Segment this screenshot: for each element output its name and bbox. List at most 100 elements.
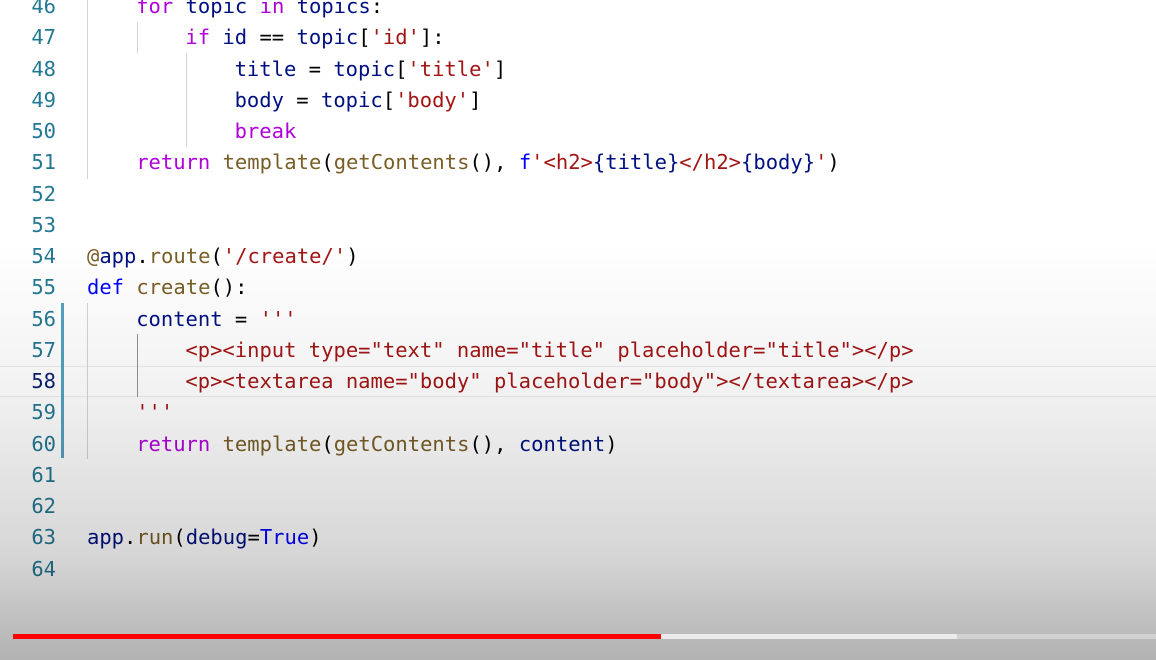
code-token: id (222, 25, 248, 50)
code-token: topics (284, 0, 371, 18)
code-token: ) (346, 244, 359, 268)
code-token: [ (382, 87, 396, 112)
line-number: 57 (31, 337, 56, 362)
code-token: topic (333, 56, 396, 81)
code-token: = (222, 306, 260, 331)
code-text: break (235, 116, 297, 147)
indent-guide (137, 334, 138, 397)
code-text: def create(): (87, 272, 247, 303)
code-token: return (136, 150, 211, 175)
code-token: 'title' (407, 56, 494, 81)
code-token: f (518, 150, 532, 175)
code-line[interactable]: 53 (0, 210, 1156, 241)
code-line[interactable]: 47 if id == topic['id']: (0, 22, 1156, 53)
line-number: 56 (31, 306, 56, 331)
code-line[interactable]: 46 for topic in topics: (0, 0, 1156, 22)
line-number: 63 (31, 525, 56, 550)
code-token: {body} (741, 150, 816, 175)
code-line[interactable]: 58 <p><textarea name="body" placeholder="… (0, 366, 1156, 397)
code-token: in (259, 0, 285, 18)
code-text: @app.route('/create/') (87, 241, 359, 272)
code-token: </h2> (679, 150, 742, 175)
code-token: app (87, 525, 125, 550)
code-token: (), (469, 150, 519, 175)
line-number: 62 (31, 494, 56, 518)
code-token: '/create/' (222, 244, 347, 268)
code-token: content (518, 431, 606, 456)
line-number: 48 (31, 56, 56, 81)
code-token: break (234, 119, 297, 143)
code-token: route (148, 244, 211, 268)
code-token: = (247, 525, 260, 550)
code-token: getContents (333, 431, 470, 456)
code-token: ( (210, 244, 223, 268)
code-line[interactable]: 48 title = topic['title'] (0, 54, 1156, 85)
code-line[interactable]: 51 return template(getContents(), f'<h2>{… (0, 147, 1156, 178)
code-text: title = topic['title'] (235, 54, 507, 85)
line-number: 49 (31, 87, 56, 112)
code-token: content (136, 306, 223, 331)
code-token: ( (321, 431, 334, 456)
code-text: <p><textarea name="body" placeholder="bo… (185, 367, 913, 396)
code-line[interactable]: 57 <p><input type="text" name="title" pla… (0, 335, 1156, 366)
code-token: {title} (592, 150, 680, 175)
code-token: template (222, 431, 322, 456)
code-token: (), (469, 431, 519, 456)
code-token: . (124, 525, 137, 550)
code-text: return template(getContents(), f'<h2>{ti… (136, 147, 840, 178)
code-token: if (185, 25, 211, 50)
code-token: = (283, 87, 321, 112)
code-token: ''' (259, 306, 297, 331)
code-token: ) (309, 525, 322, 550)
modified-lines-marker (61, 303, 64, 458)
code-token: app (99, 244, 137, 268)
line-number: 52 (31, 181, 56, 206)
code-token: ( (173, 525, 186, 550)
code-token: : (370, 0, 384, 18)
code-token: topic (296, 25, 359, 50)
code-token: == (247, 25, 297, 50)
code-line[interactable]: 52 (0, 179, 1156, 210)
indent-guide (137, 22, 138, 54)
video-progress-bar[interactable] (13, 634, 1156, 639)
code-line[interactable]: 54 @app.route('/create/') (0, 241, 1156, 272)
code-token: '<h2> (531, 150, 593, 175)
indent-guide (186, 53, 187, 147)
line-number: 59 (31, 400, 56, 425)
indent-guide (87, 303, 88, 459)
code-text: ''' (136, 397, 173, 428)
code-text: for topic in topics: (136, 0, 383, 22)
line-number: 61 (31, 462, 56, 487)
code-token: for (136, 0, 174, 18)
code-token: ] (493, 56, 507, 81)
indent-guide (87, 0, 88, 179)
code-text: body = topic['body'] (235, 85, 482, 116)
code-token: [ (358, 25, 371, 50)
code-line[interactable]: 50 break (0, 116, 1156, 147)
code-token: run (136, 525, 174, 550)
line-number: 50 (31, 119, 56, 143)
code-token: <p><input type="text" name="title" place… (185, 337, 914, 362)
video-frame: 46 for topic in topics: 47 if id == topic['… (0, 0, 1156, 660)
code-line[interactable]: 56 content = ''' (0, 304, 1156, 335)
code-line[interactable]: 64 (0, 554, 1156, 585)
code-token: = (296, 56, 334, 81)
code-token: ''' (136, 400, 174, 425)
line-number: 64 (31, 556, 56, 581)
code-line[interactable]: 49 body = topic['body'] (0, 85, 1156, 116)
code-token: body (234, 87, 284, 112)
code-token: topic (173, 0, 260, 18)
video-controls-strip (0, 648, 1156, 660)
code-line[interactable]: 55 def create(): (0, 272, 1156, 303)
code-line[interactable]: 60 return template(getContents(), content… (0, 429, 1156, 460)
code-token: @ (87, 244, 100, 268)
line-number: 51 (31, 150, 56, 175)
code-token: topic (321, 87, 383, 112)
code-line[interactable]: 61 (0, 460, 1156, 491)
code-line[interactable]: 62 (0, 491, 1156, 522)
code-line[interactable]: 63 app.run(debug=True) (0, 522, 1156, 553)
code-line[interactable]: 59 ''' (0, 397, 1156, 428)
